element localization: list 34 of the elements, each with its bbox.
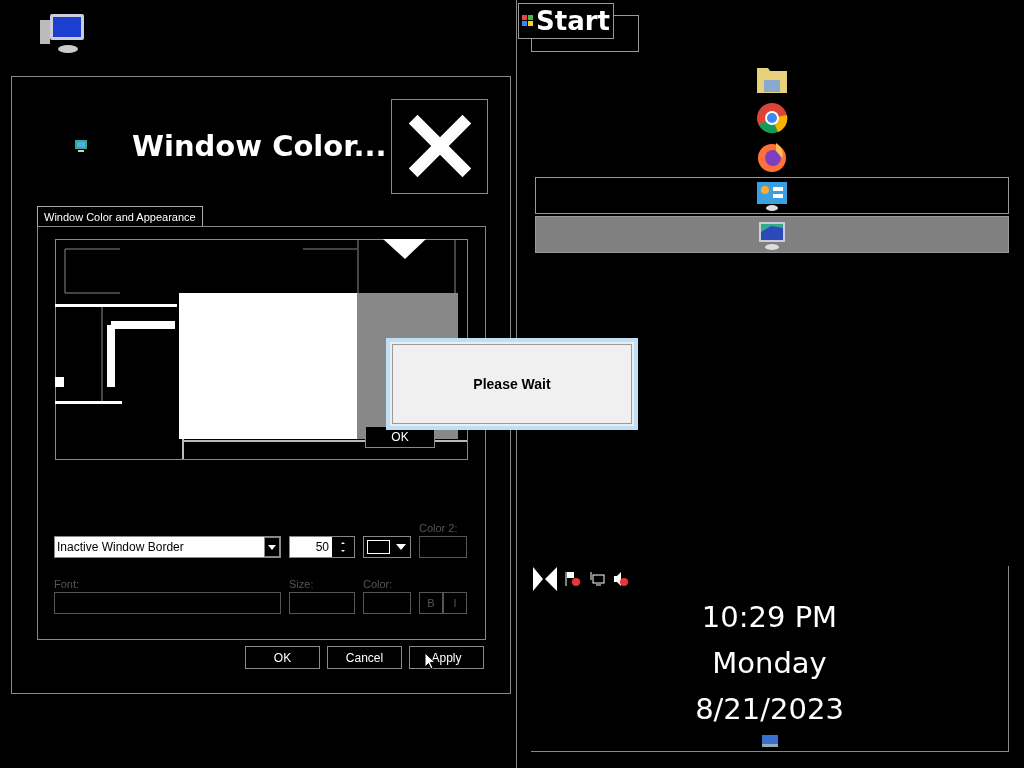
speaker-muted-icon[interactable] [613, 571, 629, 587]
start-button[interactable]: Start [518, 3, 614, 39]
control-panel-icon [756, 180, 788, 211]
window-title: Window Color... [132, 129, 387, 163]
color-picker-button[interactable] [363, 536, 411, 558]
color-swatch-icon [367, 540, 407, 554]
font-label: Font: [54, 578, 81, 590]
clock-time: 10:29 PM [701, 599, 838, 636]
browser-icon [756, 101, 788, 134]
computer-icon[interactable] [40, 12, 86, 54]
chevron-icon[interactable] [533, 567, 557, 591]
message-text: Please Wait [473, 376, 551, 392]
close-button[interactable] [391, 98, 488, 194]
tab[interactable]: Window Color and Appearance [37, 206, 203, 226]
caret-icon [268, 544, 276, 550]
color-2-label: Color 2: [419, 522, 459, 534]
size-label: Size: [289, 578, 315, 590]
clock-date: 8/21/2023 [695, 691, 844, 728]
windows-logo-icon [522, 15, 534, 27]
size-spinner[interactable]: 50 [289, 536, 355, 558]
clock-day: Monday [712, 640, 827, 686]
color-label: Color: [363, 578, 394, 590]
taskbar-button[interactable] [535, 177, 1009, 214]
network-icon[interactable] [589, 571, 605, 587]
item-dropdown[interactable]: Inactive Window Border [54, 536, 281, 558]
flag-icon[interactable] [565, 571, 581, 587]
monitor-icon [74, 139, 88, 153]
dialog-button[interactable]: Cancel [327, 646, 402, 669]
show-desktop-icon[interactable] [761, 735, 778, 747]
dialog-button[interactable]: OK [245, 646, 320, 669]
browser-icon [756, 140, 788, 173]
monitor-icon [756, 219, 788, 250]
dialog-button[interactable]: Apply [409, 646, 484, 669]
close-icon [408, 115, 471, 177]
